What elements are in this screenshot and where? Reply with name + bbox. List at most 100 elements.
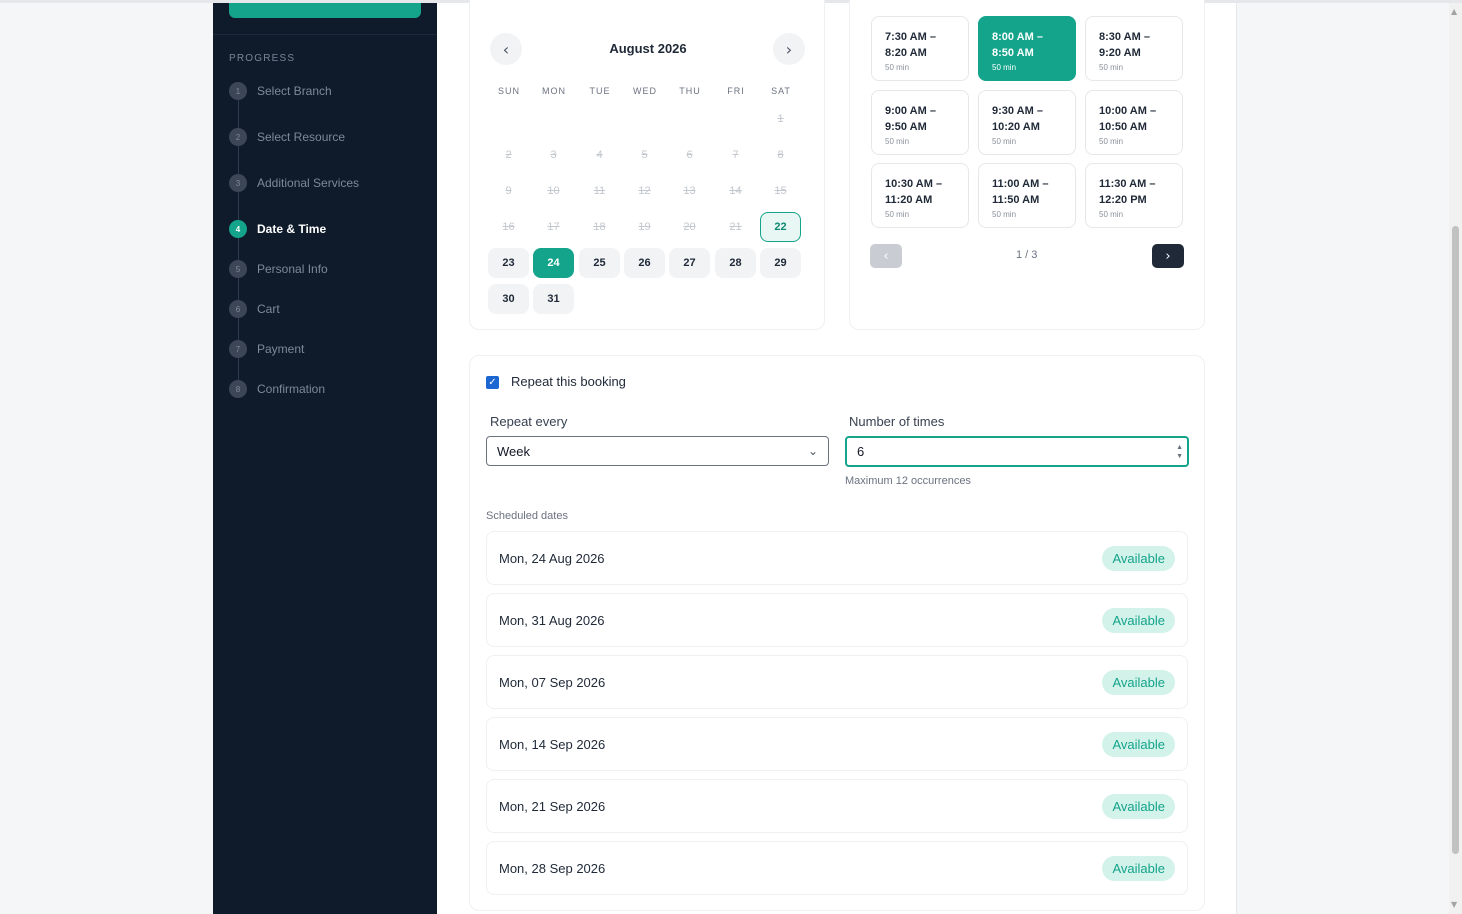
page-scrollbar[interactable]: ▲ ▼	[1449, 3, 1462, 914]
calendar-day[interactable]: 31	[533, 284, 574, 314]
progress-step: 6 Cart	[229, 298, 280, 320]
sidebar-divider	[213, 34, 437, 35]
scheduled-date: Mon, 21 Sep 2026	[499, 798, 606, 814]
time-slots-card: ‹ 1 / 3 › 7:30 AM –8:20 AM 50 min 8:00 AM …	[849, 0, 1205, 330]
weekday-header: THU	[679, 86, 701, 96]
progress-step: 2 Select Resource	[229, 126, 345, 148]
time-slot[interactable]: 9:30 AM – 10:20 AM 50 min	[978, 90, 1076, 155]
scheduled-date: Mon, 14 Sep 2026	[499, 736, 606, 752]
step-number: 5	[229, 260, 247, 278]
repeat-checkbox-label[interactable]: Repeat this booking	[511, 374, 626, 389]
scrollbar-thumb[interactable]	[1452, 226, 1459, 854]
calendar-day[interactable]: 25	[579, 248, 620, 278]
time-slot[interactable]: 11:00 AM – 11:50 AM 50 min	[978, 163, 1076, 228]
calendar-day-disabled: 4	[596, 149, 603, 161]
weekday-header: WED	[633, 86, 657, 96]
step-number: 1	[229, 82, 247, 100]
calendar-day-disabled: 7	[732, 149, 739, 161]
slot-start-time: 9:00 AM –	[885, 105, 936, 117]
status-badge: Available	[1102, 545, 1175, 571]
time-slot[interactable]: 9:00 AM – 9:50 AM 50 min	[871, 90, 969, 155]
slot-start-time: 11:00 AM –	[992, 178, 1049, 190]
slots-prev-page-button[interactable]: ‹	[870, 244, 902, 268]
calendar-day-disabled: 16	[502, 221, 515, 233]
calendar-day-disabled: 8	[777, 149, 784, 161]
step-number: 8	[229, 380, 247, 398]
slot-start-time: 10:00 AM –	[1099, 105, 1157, 117]
slot-duration: 50 min	[885, 137, 910, 146]
sidebar-top-button[interactable]	[229, 3, 421, 18]
calendar-day-disabled: 21	[729, 221, 742, 233]
step-number: 7	[229, 340, 247, 358]
slot-end-time: 8:50 AM	[992, 47, 1034, 59]
number-of-times-input[interactable]: 6 ▲ ▼	[845, 436, 1189, 467]
step-number: 3	[229, 174, 247, 192]
scheduled-date: Mon, 24 Aug 2026	[499, 550, 605, 566]
slot-duration: 50 min	[992, 137, 1017, 146]
weekday-header: MON	[542, 86, 566, 96]
calendar-day-disabled: 6	[686, 149, 693, 161]
weekday-header: FRI	[727, 86, 745, 96]
step-label: Cart	[257, 302, 280, 316]
spin-up-icon[interactable]: ▲	[1176, 443, 1183, 452]
time-slot[interactable]: 10:00 AM – 10:50 AM 50 min	[1085, 90, 1183, 155]
scheduled-date-row: Mon, 28 Sep 2026 Available	[486, 841, 1188, 895]
slot-start-time: 10:30 AM –	[885, 178, 943, 190]
scheduled-date-row: Mon, 24 Aug 2026 Available	[486, 531, 1188, 585]
step-label: Date & Time	[257, 222, 327, 236]
slot-end-time: 9:50 AM	[885, 121, 927, 133]
scheduled-date: Mon, 31 Aug 2026	[499, 612, 605, 628]
weekday-header: SUN	[497, 86, 520, 96]
slot-duration: 50 min	[885, 63, 910, 72]
calendar-day-disabled: 19	[638, 221, 651, 233]
slot-end-time: 8:20 AM	[885, 47, 927, 59]
progress-step: 3 Additional Services	[229, 172, 359, 194]
step-label: Select Branch	[257, 84, 332, 98]
step-label: Additional Services	[257, 176, 360, 190]
calendar-day-today[interactable]: 22	[760, 212, 801, 242]
slot-start-time: 7:30 AM –	[885, 31, 936, 43]
spin-down-icon[interactable]: ▼	[1176, 452, 1183, 461]
calendar-day-selected[interactable]: 24	[533, 248, 574, 278]
calendar-day-disabled: 10	[547, 185, 560, 197]
scheduled-date: Mon, 28 Sep 2026	[499, 860, 606, 876]
number-spinner[interactable]: ▲ ▼	[1176, 443, 1183, 461]
calendar-day-disabled: 5	[641, 149, 648, 161]
step-label: Confirmation	[257, 382, 326, 396]
slot-duration: 50 min	[1099, 210, 1124, 219]
calendar-day[interactable]: 23	[488, 248, 529, 278]
calendar-day-disabled: 12	[638, 185, 651, 197]
repeat-every-value: Week	[497, 443, 530, 459]
calendar-day[interactable]: 30	[488, 284, 529, 314]
calendar-day[interactable]: 27	[669, 248, 710, 278]
scheduled-date-row: Mon, 21 Sep 2026 Available	[486, 779, 1188, 833]
chevron-right-icon: ›	[785, 39, 793, 59]
step-label: Select Resource	[257, 130, 346, 144]
progress-step: 5 Personal Info	[229, 258, 328, 280]
scheduled-date-row: Mon, 14 Sep 2026 Available	[486, 717, 1188, 771]
calendar-day[interactable]: 28	[715, 248, 756, 278]
calendar-day-disabled: 20	[683, 221, 696, 233]
repeat-booking-card: ✓ Repeat this booking Repeat every Week …	[469, 355, 1205, 911]
time-slot[interactable]: 8:30 AM – 9:20 AM 50 min	[1085, 16, 1183, 81]
next-month-button[interactable]: ›	[773, 33, 805, 65]
slot-duration: 50 min	[885, 210, 910, 219]
calendar-day[interactable]: 29	[760, 248, 801, 278]
calendar-day[interactable]: 26	[624, 248, 665, 278]
scroll-down-icon[interactable]: ▼	[1451, 900, 1457, 909]
weekday-header: SAT	[771, 86, 791, 96]
scroll-up-icon[interactable]: ▲	[1451, 7, 1457, 16]
repeat-checkbox[interactable]: ✓	[486, 376, 499, 389]
progress-label: PROGRESS	[229, 53, 296, 64]
calendar-day-disabled: 11	[593, 185, 606, 197]
calendar-day-disabled: 1	[777, 113, 784, 125]
slot-start-time: 9:30 AM –	[992, 105, 1043, 117]
time-slot[interactable]: 10:30 AM – 11:20 AM 50 min	[871, 163, 969, 228]
time-slot[interactable]: 7:30 AM – 8:20 AM 50 min	[871, 16, 969, 81]
slots-next-page-button[interactable]: ›	[1152, 244, 1184, 268]
time-slot[interactable]: 11:30 AM – 12:20 PM 50 min	[1085, 163, 1183, 228]
time-slot-selected[interactable]: 8:00 AM – 8:50 AM 50 min	[978, 16, 1076, 81]
repeat-every-select[interactable]: Week ⌄	[486, 436, 829, 466]
calendar-day-disabled: 9	[505, 185, 512, 197]
progress-step: 7 Payment	[229, 338, 304, 360]
